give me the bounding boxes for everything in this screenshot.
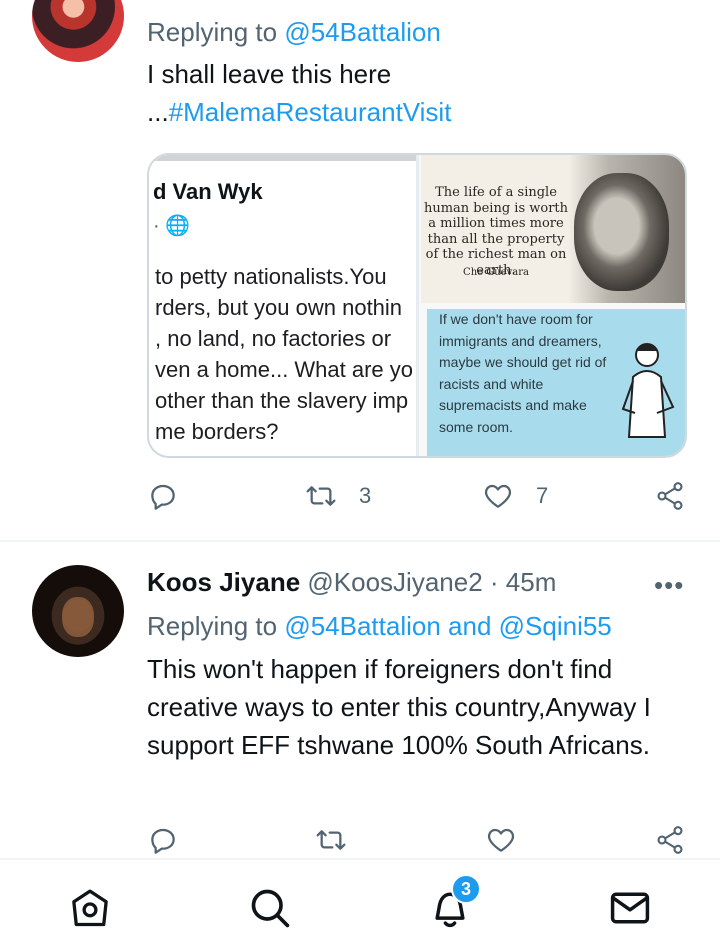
quote-text: The life of a single human being is wort… (423, 185, 569, 278)
more-options-icon[interactable]: ••• (654, 570, 684, 601)
nav-messages[interactable] (606, 884, 654, 932)
share-icon (657, 482, 683, 510)
heart-icon (484, 484, 512, 508)
replying-prefix: Replying to (147, 611, 285, 641)
nav-home[interactable] (66, 884, 114, 932)
replying-prefix: Replying to (147, 17, 285, 47)
share-button[interactable] (654, 480, 686, 512)
avatar[interactable] (32, 565, 124, 657)
ellipsis-text: ... (147, 97, 169, 127)
replying-to: Replying to @54Battalion and @Sqini55 (147, 611, 612, 642)
mention-link[interactable]: @54Battalion and @Sqini55 (284, 611, 611, 641)
bottom-nav (0, 858, 720, 933)
share-icon (657, 826, 683, 854)
tweet-actions: 3 7 (0, 480, 720, 520)
tweet-header: Koos Jiyane @KoosJiyane2 · 45m (147, 567, 556, 598)
media-meme-image[interactable]: If we don't have room for immigrants and… (427, 309, 685, 456)
user-handle[interactable]: @KoosJiyane2 (307, 567, 482, 597)
tweet-divider (0, 540, 720, 542)
like-button[interactable] (485, 824, 517, 856)
media-quote-image[interactable]: The life of a single human being is wort… (421, 155, 685, 303)
retweet-button[interactable] (315, 824, 347, 856)
like-count: 7 (536, 483, 549, 508)
hashtag-link[interactable]: #MalemaRestaurantVisit (169, 97, 452, 127)
woman-illustration-icon (621, 343, 675, 438)
search-icon (251, 889, 290, 928)
screenshot-topbar (149, 155, 416, 161)
retweet-icon (306, 486, 336, 506)
quote-author: Che Guevara (463, 267, 529, 278)
home-icon (72, 889, 108, 927)
reply-button[interactable] (147, 824, 179, 856)
heart-icon (487, 828, 515, 852)
reply-icon (151, 828, 175, 854)
mail-icon (610, 892, 650, 924)
tweet-text: This won't happen if foreigners don't fi… (147, 654, 651, 760)
nav-search[interactable] (246, 884, 294, 932)
avatar[interactable] (32, 0, 124, 62)
screenshot-text: to petty nationalists.You rders, but you… (155, 264, 414, 444)
reply-button[interactable] (147, 480, 179, 512)
mention-link[interactable]: @54Battalion (284, 17, 441, 47)
share-button[interactable] (654, 824, 686, 856)
portrait-image (574, 173, 669, 291)
tweet-text: I shall leave this here ...#MalemaRestau… (147, 55, 692, 131)
reply-icon (151, 484, 175, 510)
retweet-button[interactable]: 3 (305, 480, 371, 512)
tweet-media[interactable]: d Van Wyk · 🌐 to petty nationalists.You … (147, 153, 687, 458)
tweet-text-line: I shall leave this here (147, 59, 392, 89)
timestamp[interactable]: · 45m (490, 567, 556, 597)
media-screenshot-post[interactable]: d Van Wyk · 🌐 to petty nationalists.You … (149, 155, 419, 456)
display-name[interactable]: Koos Jiyane (147, 567, 300, 597)
meme-text: If we don't have room for immigrants and… (439, 311, 607, 435)
retweet-icon (316, 830, 346, 850)
screenshot-name: d Van Wyk (153, 179, 263, 204)
screenshot-meta: · 🌐 (153, 215, 191, 237)
like-button[interactable]: 7 (482, 480, 548, 512)
replying-to: Replying to @54Battalion (147, 17, 441, 48)
retweet-count: 3 (359, 483, 372, 508)
notifications-badge: 3 (451, 874, 481, 904)
